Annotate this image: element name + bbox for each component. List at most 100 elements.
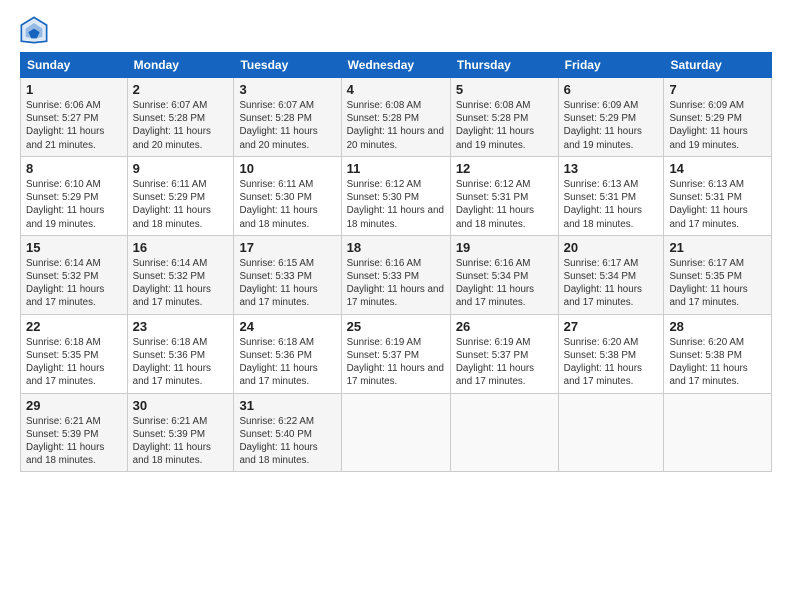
calendar-cell [664, 393, 772, 472]
day-info: Sunrise: 6:21 AMSunset: 5:39 PMDaylight:… [26, 415, 122, 468]
calendar-cell: 7 Sunrise: 6:09 AMSunset: 5:29 PMDaylight… [664, 78, 772, 157]
day-number: 13 [564, 161, 659, 176]
day-info: Sunrise: 6:20 AMSunset: 5:38 PMDaylight:… [669, 336, 766, 389]
calendar-cell: 1 Sunrise: 6:06 AMSunset: 5:27 PMDaylight… [21, 78, 128, 157]
day-number: 7 [669, 82, 766, 97]
calendar-week-row: 1 Sunrise: 6:06 AMSunset: 5:27 PMDaylight… [21, 78, 772, 157]
logo-icon [20, 16, 48, 44]
day-info: Sunrise: 6:10 AMSunset: 5:29 PMDaylight:… [26, 178, 122, 231]
day-info: Sunrise: 6:18 AMSunset: 5:36 PMDaylight:… [239, 336, 335, 389]
weekday-header-thursday: Thursday [450, 53, 558, 78]
calendar-cell: 30 Sunrise: 6:21 AMSunset: 5:39 PMDayligh… [127, 393, 234, 472]
day-number: 24 [239, 319, 335, 334]
weekday-header-monday: Monday [127, 53, 234, 78]
calendar-cell: 21Sunrise: 6:17 AMSunset: 5:35 PMDayligh… [664, 235, 772, 314]
calendar-cell: 20 Sunrise: 6:17 AMSunset: 5:34 PMDayligh… [558, 235, 664, 314]
calendar-cell: 2 Sunrise: 6:07 AMSunset: 5:28 PMDaylight… [127, 78, 234, 157]
calendar-cell: 19 Sunrise: 6:16 AMSunset: 5:34 PMDayligh… [450, 235, 558, 314]
day-info: Sunrise: 6:15 AMSunset: 5:33 PMDaylight:… [239, 257, 335, 310]
day-number: 9 [133, 161, 229, 176]
day-info: Sunrise: 6:13 AMSunset: 5:31 PMDaylight:… [669, 178, 766, 231]
calendar-week-row: 29Sunrise: 6:21 AMSunset: 5:39 PMDayligh… [21, 393, 772, 472]
day-number: 5 [456, 82, 553, 97]
calendar-cell: 23Sunrise: 6:18 AMSunset: 5:36 PMDayligh… [127, 314, 234, 393]
day-number: 11 [347, 161, 445, 176]
calendar-cell [450, 393, 558, 472]
day-number: 2 [133, 82, 229, 97]
weekday-header-sunday: Sunday [21, 53, 128, 78]
day-info: Sunrise: 6:18 AMSunset: 5:36 PMDaylight:… [133, 336, 229, 389]
calendar-cell: 10 Sunrise: 6:11 AMSunset: 5:30 PMDayligh… [234, 156, 341, 235]
day-info: Sunrise: 6:09 AMSunset: 5:29 PMDaylight:… [669, 99, 766, 152]
calendar-cell: 6 Sunrise: 6:09 AMSunset: 5:29 PMDaylight… [558, 78, 664, 157]
day-info: Sunrise: 6:16 AMSunset: 5:33 PMDaylight:… [347, 257, 445, 310]
day-info: Sunrise: 6:12 AMSunset: 5:31 PMDaylight:… [456, 178, 553, 231]
calendar-cell: 28 Sunrise: 6:20 AMSunset: 5:38 PMDayligh… [664, 314, 772, 393]
calendar-cell: 29Sunrise: 6:21 AMSunset: 5:39 PMDayligh… [21, 393, 128, 472]
day-info: Sunrise: 6:09 AMSunset: 5:29 PMDaylight:… [564, 99, 659, 152]
calendar-week-row: 15 Sunrise: 6:14 AMSunset: 5:32 PMDayligh… [21, 235, 772, 314]
day-number: 31 [239, 398, 335, 413]
day-info: Sunrise: 6:20 AMSunset: 5:38 PMDaylight:… [564, 336, 659, 389]
calendar-week-row: 22Sunrise: 6:18 AMSunset: 5:35 PMDayligh… [21, 314, 772, 393]
day-info: Sunrise: 6:13 AMSunset: 5:31 PMDaylight:… [564, 178, 659, 231]
day-info: Sunrise: 6:11 AMSunset: 5:30 PMDaylight:… [239, 178, 335, 231]
day-number: 12 [456, 161, 553, 176]
calendar-header: SundayMondayTuesdayWednesdayThursdayFrid… [21, 53, 772, 78]
calendar-cell: 5Sunrise: 6:08 AMSunset: 5:28 PMDaylight… [450, 78, 558, 157]
day-number: 15 [26, 240, 122, 255]
calendar-cell: 25 Sunrise: 6:19 AMSunset: 5:37 PMDayligh… [341, 314, 450, 393]
calendar-cell: 17 Sunrise: 6:15 AMSunset: 5:33 PMDayligh… [234, 235, 341, 314]
day-info: Sunrise: 6:14 AMSunset: 5:32 PMDaylight:… [26, 257, 122, 310]
calendar-cell: 14Sunrise: 6:13 AMSunset: 5:31 PMDayligh… [664, 156, 772, 235]
calendar-cell [341, 393, 450, 472]
header [20, 16, 772, 44]
calendar-cell: 13 Sunrise: 6:13 AMSunset: 5:31 PMDayligh… [558, 156, 664, 235]
day-number: 30 [133, 398, 229, 413]
day-info: Sunrise: 6:17 AMSunset: 5:35 PMDaylight:… [669, 257, 766, 310]
calendar-cell: 24 Sunrise: 6:18 AMSunset: 5:36 PMDayligh… [234, 314, 341, 393]
day-number: 22 [26, 319, 122, 334]
calendar-cell: 4Sunrise: 6:08 AMSunset: 5:28 PMDaylight… [341, 78, 450, 157]
day-info: Sunrise: 6:19 AMSunset: 5:37 PMDaylight:… [347, 336, 445, 389]
day-number: 6 [564, 82, 659, 97]
day-info: Sunrise: 6:22 AMSunset: 5:40 PMDaylight:… [239, 415, 335, 468]
day-number: 20 [564, 240, 659, 255]
day-number: 18 [347, 240, 445, 255]
calendar-cell: 15 Sunrise: 6:14 AMSunset: 5:32 PMDayligh… [21, 235, 128, 314]
logo [20, 16, 52, 44]
day-info: Sunrise: 6:07 AMSunset: 5:28 PMDaylight:… [239, 99, 335, 152]
day-number: 25 [347, 319, 445, 334]
day-number: 28 [669, 319, 766, 334]
calendar-cell: 11Sunrise: 6:12 AMSunset: 5:30 PMDayligh… [341, 156, 450, 235]
day-number: 10 [239, 161, 335, 176]
day-info: Sunrise: 6:11 AMSunset: 5:29 PMDaylight:… [133, 178, 229, 231]
day-number: 16 [133, 240, 229, 255]
calendar-cell: 3Sunrise: 6:07 AMSunset: 5:28 PMDaylight… [234, 78, 341, 157]
weekday-header-saturday: Saturday [664, 53, 772, 78]
weekday-header-tuesday: Tuesday [234, 53, 341, 78]
weekday-header-row: SundayMondayTuesdayWednesdayThursdayFrid… [21, 53, 772, 78]
day-number: 1 [26, 82, 122, 97]
weekday-header-friday: Friday [558, 53, 664, 78]
calendar-cell: 8 Sunrise: 6:10 AMSunset: 5:29 PMDaylight… [21, 156, 128, 235]
calendar-cell: 22Sunrise: 6:18 AMSunset: 5:35 PMDayligh… [21, 314, 128, 393]
day-info: Sunrise: 6:17 AMSunset: 5:34 PMDaylight:… [564, 257, 659, 310]
calendar-cell: 18 Sunrise: 6:16 AMSunset: 5:33 PMDayligh… [341, 235, 450, 314]
day-info: Sunrise: 6:16 AMSunset: 5:34 PMDaylight:… [456, 257, 553, 310]
calendar-cell: 27Sunrise: 6:20 AMSunset: 5:38 PMDayligh… [558, 314, 664, 393]
day-number: 19 [456, 240, 553, 255]
day-info: Sunrise: 6:07 AMSunset: 5:28 PMDaylight:… [133, 99, 229, 152]
calendar-cell: 31 Sunrise: 6:22 AMSunset: 5:40 PMDayligh… [234, 393, 341, 472]
calendar-cell: 12 Sunrise: 6:12 AMSunset: 5:31 PMDayligh… [450, 156, 558, 235]
day-info: Sunrise: 6:21 AMSunset: 5:39 PMDaylight:… [133, 415, 229, 468]
day-info: Sunrise: 6:08 AMSunset: 5:28 PMDaylight:… [347, 99, 445, 152]
day-number: 8 [26, 161, 122, 176]
calendar-week-row: 8 Sunrise: 6:10 AMSunset: 5:29 PMDaylight… [21, 156, 772, 235]
weekday-header-wednesday: Wednesday [341, 53, 450, 78]
calendar-cell: 26Sunrise: 6:19 AMSunset: 5:37 PMDayligh… [450, 314, 558, 393]
day-info: Sunrise: 6:14 AMSunset: 5:32 PMDaylight:… [133, 257, 229, 310]
day-info: Sunrise: 6:06 AMSunset: 5:27 PMDaylight:… [26, 99, 122, 152]
calendar-cell: 16 Sunrise: 6:14 AMSunset: 5:32 PMDayligh… [127, 235, 234, 314]
day-number: 17 [239, 240, 335, 255]
